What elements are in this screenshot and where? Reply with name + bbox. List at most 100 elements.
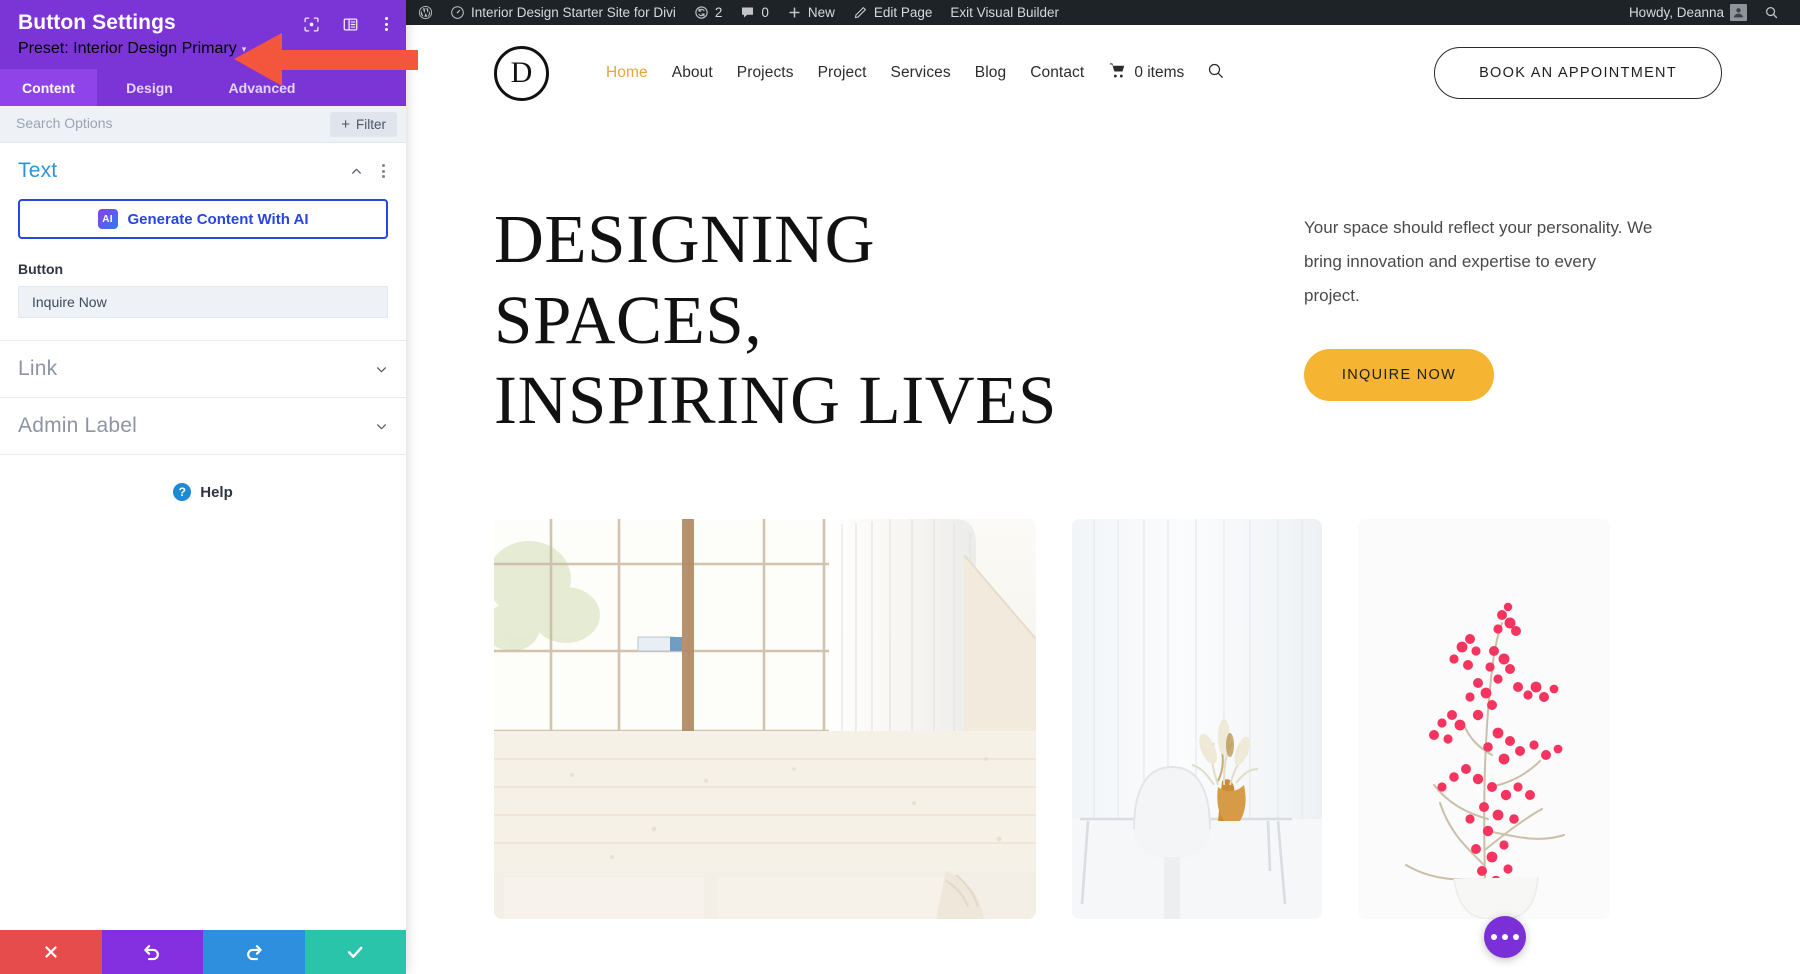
- admin-search-button[interactable]: [1755, 0, 1788, 25]
- kebab-dot-2: [382, 170, 385, 173]
- edit-page-link[interactable]: Edit Page: [844, 0, 942, 25]
- account-menu[interactable]: Howdy, Deanna: [1625, 0, 1755, 25]
- section-admin-label: Admin Label: [0, 398, 406, 455]
- kebab-dot-3: [385, 28, 388, 31]
- tab-design[interactable]: Design: [97, 69, 202, 106]
- nav-item-contact[interactable]: Contact: [1018, 64, 1096, 82]
- hero-heading-line-3: INSPIRING LIVES: [494, 362, 1057, 438]
- panel-layout-icon[interactable]: [342, 16, 359, 33]
- comment-bubble-icon: [740, 5, 755, 20]
- chevron-up-icon[interactable]: [350, 165, 363, 178]
- gallery-image-2[interactable]: [1072, 519, 1322, 919]
- help-question-icon: ?: [173, 483, 191, 501]
- tab-advanced[interactable]: Advanced: [202, 69, 322, 106]
- nav-item-services[interactable]: Services: [879, 64, 963, 82]
- chevron-down-icon: ▾: [242, 45, 247, 54]
- hero-heading: DESIGNING SPACES, INSPIRING LIVES: [494, 199, 1194, 441]
- ai-badge-icon: AI: [98, 209, 118, 229]
- section-text-content: AI Generate Content With AI Button: [18, 199, 388, 340]
- tab-content[interactable]: Content: [0, 69, 97, 106]
- search-options-row: + Filter: [0, 106, 406, 143]
- redo-button[interactable]: [203, 930, 305, 974]
- kebab-menu-icon[interactable]: [381, 15, 392, 33]
- updates-refresh-icon: [694, 5, 709, 20]
- section-link-header[interactable]: Link: [18, 341, 388, 397]
- hero-heading-column: DESIGNING SPACES, INSPIRING LIVES: [494, 199, 1194, 441]
- hero-gallery: [406, 441, 1800, 919]
- wp-admin-bar: Interior Design Starter Site for Divi 2: [406, 0, 1800, 25]
- hero-heading-line-2: SPACES,: [494, 282, 762, 358]
- exit-visual-builder-link[interactable]: Exit Visual Builder: [941, 0, 1068, 25]
- user-avatar-icon: [1730, 4, 1747, 21]
- hero-copy-column: Your space should reflect your personali…: [1194, 199, 1722, 441]
- help-label: Help: [200, 484, 233, 501]
- undo-button[interactable]: [102, 930, 204, 974]
- new-label: New: [808, 5, 835, 20]
- site-header: D Home About Projects Project Services B…: [406, 25, 1800, 121]
- search-icon: [1764, 5, 1779, 20]
- section-text-kebab-icon[interactable]: [379, 162, 388, 180]
- wp-logo-menu[interactable]: [414, 0, 441, 25]
- filter-button[interactable]: + Filter: [330, 112, 397, 137]
- hero-section: DESIGNING SPACES, INSPIRING LIVES Your s…: [406, 121, 1800, 441]
- panel-tabs: Content Design Advanced: [0, 69, 406, 106]
- admin-bar-right-group: Howdy, Deanna: [1625, 0, 1788, 25]
- primary-navigation: Home About Projects Project Services Blo…: [594, 61, 1226, 86]
- button-text-input[interactable]: [32, 294, 374, 310]
- comments-count: 0: [761, 5, 769, 20]
- cart-link[interactable]: 0 items: [1096, 61, 1184, 85]
- cancel-button[interactable]: [0, 930, 102, 974]
- button-field-label: Button: [18, 261, 388, 277]
- search-input-wrapper: [0, 115, 330, 133]
- section-text: Text: [0, 143, 406, 341]
- hero-heading-line-1: DESIGNING: [494, 201, 875, 277]
- site-name-menu[interactable]: Interior Design Starter Site for Divi: [441, 0, 685, 25]
- generate-content-with-ai-button[interactable]: AI Generate Content With AI: [18, 199, 388, 239]
- site-search-icon[interactable]: [1206, 61, 1226, 86]
- new-content-menu[interactable]: New: [778, 0, 844, 25]
- section-admin-label-header[interactable]: Admin Label: [18, 398, 388, 454]
- nav-item-blog[interactable]: Blog: [963, 64, 1018, 82]
- site-logo[interactable]: D: [494, 46, 549, 101]
- section-text-title: Text: [18, 159, 57, 183]
- gallery-image-1[interactable]: [494, 519, 1036, 919]
- nav-item-projects[interactable]: Projects: [725, 64, 806, 82]
- logo-letter: D: [511, 56, 533, 90]
- comments-menu[interactable]: 0: [731, 0, 778, 25]
- chevron-down-icon[interactable]: [375, 363, 388, 376]
- nav-item-about[interactable]: About: [660, 64, 725, 82]
- nav-item-project[interactable]: Project: [806, 64, 879, 82]
- help-link[interactable]: ? Help: [0, 455, 406, 501]
- panel-header-icons: [303, 15, 392, 33]
- shopping-cart-icon: [1108, 61, 1127, 85]
- pencil-icon: [853, 5, 868, 20]
- site-name-label: Interior Design Starter Site for Divi: [471, 5, 676, 20]
- preset-label: Preset: Interior Design Primary: [18, 40, 237, 58]
- red-berry-branches-photo: [1358, 519, 1610, 919]
- hero-paragraph: Your space should reflect your personali…: [1304, 211, 1654, 313]
- focus-module-icon[interactable]: [303, 16, 320, 33]
- search-input[interactable]: [16, 115, 330, 131]
- updates-menu[interactable]: 2: [685, 0, 732, 25]
- button-text-field[interactable]: [18, 286, 388, 318]
- filter-label: Filter: [356, 117, 386, 132]
- kebab-dot-2: [385, 23, 388, 26]
- inquire-now-button[interactable]: INQUIRE NOW: [1304, 349, 1494, 401]
- gallery-image-3[interactable]: [1358, 519, 1610, 919]
- kebab-dot-3: [382, 175, 385, 178]
- plus-icon: +: [341, 117, 350, 132]
- more-options-fab[interactable]: [1484, 916, 1526, 958]
- section-text-header[interactable]: Text: [18, 143, 388, 199]
- book-appointment-button[interactable]: BOOK AN APPOINTMENT: [1434, 47, 1722, 99]
- section-link: Link: [0, 341, 406, 398]
- nav-item-home[interactable]: Home: [594, 64, 660, 82]
- chevron-down-icon[interactable]: [375, 420, 388, 433]
- fab-dot-1: [1491, 934, 1497, 940]
- ai-button-label: Generate Content With AI: [128, 211, 309, 228]
- close-icon: [42, 943, 60, 961]
- admin-bar-left-group: Interior Design Starter Site for Divi 2: [414, 0, 1068, 25]
- screen-root: Interior Design Starter Site for Divi 2: [0, 0, 1800, 974]
- loft-window-photo: [494, 519, 1036, 919]
- save-button[interactable]: [305, 930, 407, 974]
- preset-selector[interactable]: Preset: Interior Design Primary ▾: [18, 40, 388, 58]
